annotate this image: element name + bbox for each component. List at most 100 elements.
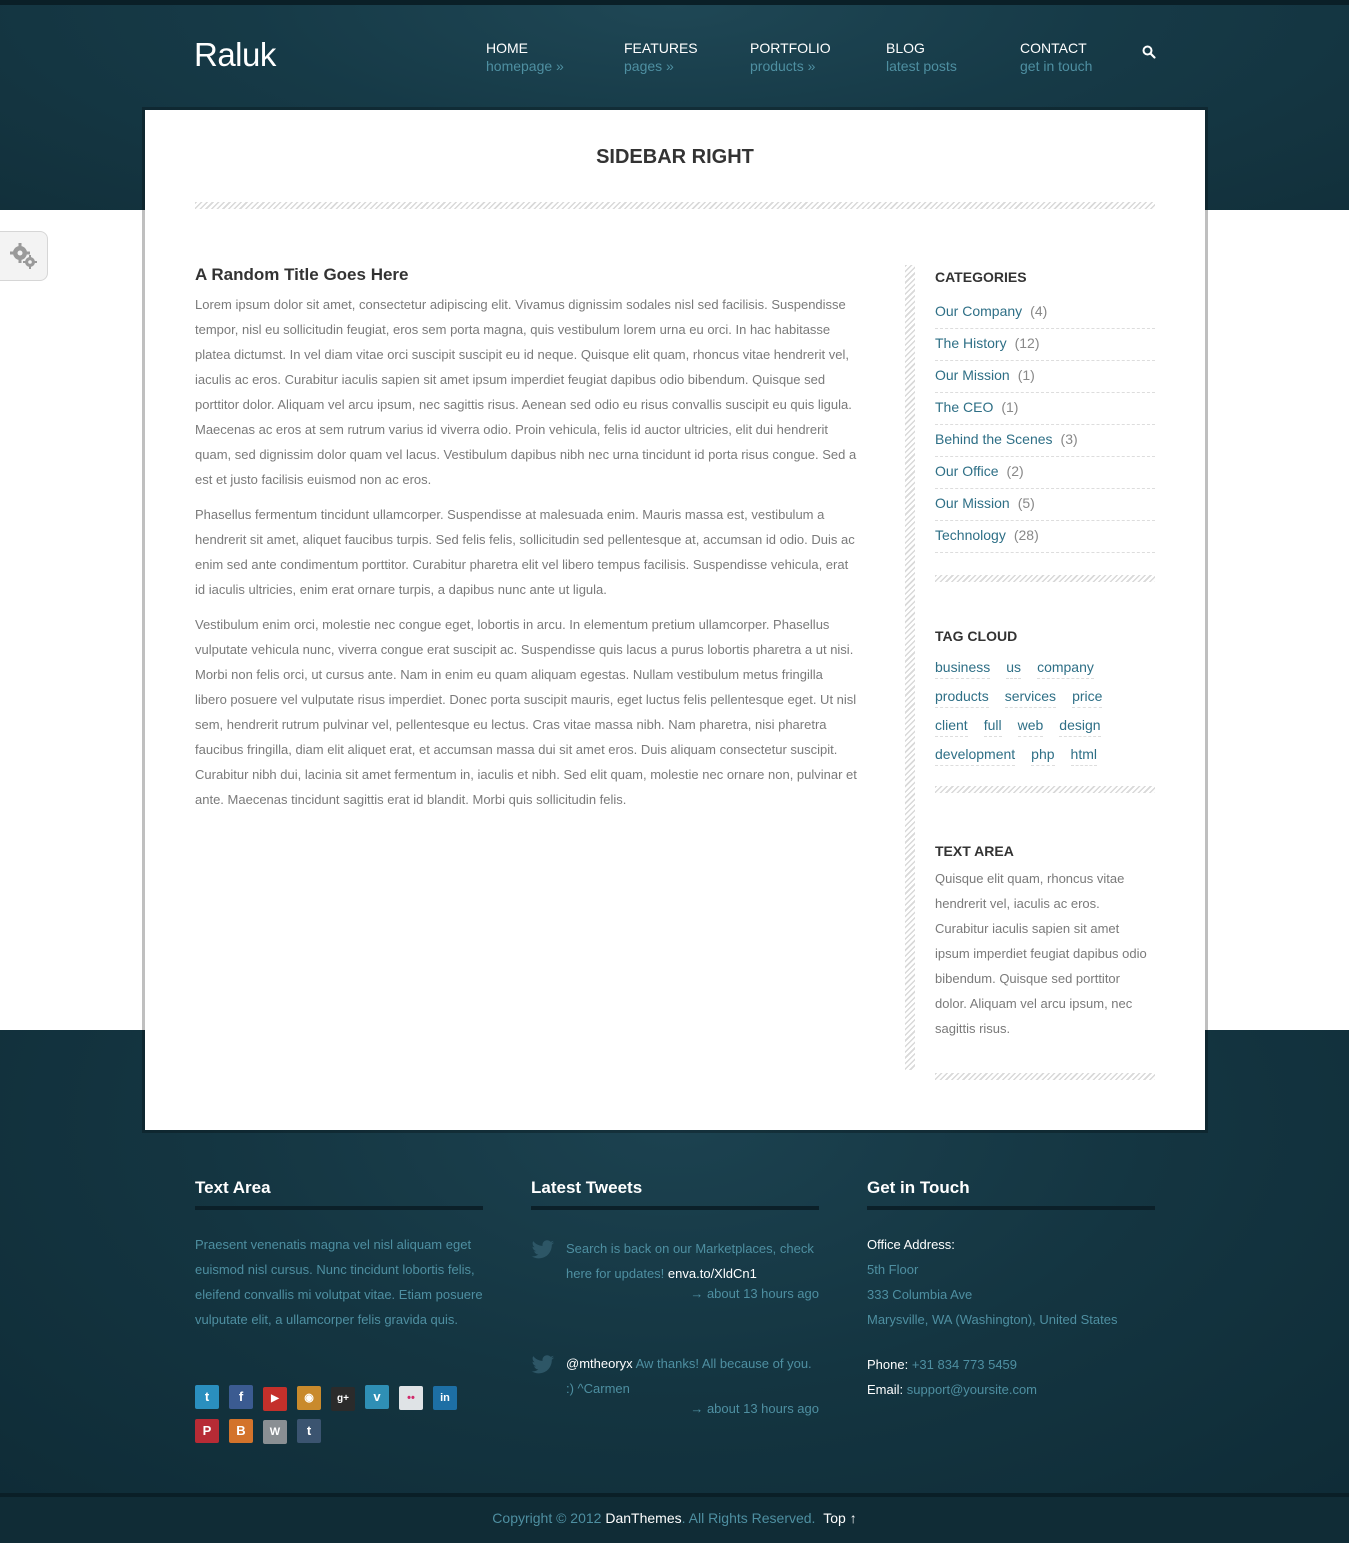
title-divider <box>195 202 1155 209</box>
category-count: (4) <box>1030 303 1048 319</box>
category-name[interactable]: The CEO <box>935 399 993 415</box>
category-count: (2) <box>1006 463 1024 479</box>
footer-tweets-title: Latest Tweets <box>531 1178 819 1210</box>
footer-textarea-title: Text Area <box>195 1178 483 1210</box>
address-label: Office Address: <box>867 1237 955 1252</box>
tag-link[interactable]: us <box>1006 656 1022 679</box>
tag-link[interactable]: business <box>935 656 991 679</box>
tag-link[interactable]: full <box>983 714 1002 737</box>
tweet-time[interactable]: → about 13 hours ago <box>690 1401 819 1416</box>
page-title: SIDEBAR RIGHT <box>596 146 754 168</box>
sidebar: CATEGORIES Our Company (4) The History (12… <box>935 269 1155 1080</box>
contact-details: Office Address: 5th Floor 333 Columbia A… <box>867 1232 1155 1402</box>
widget-divider <box>935 1073 1155 1080</box>
nav-features[interactable]: FEATURES pages » <box>624 40 698 76</box>
category-name[interactable]: Our Office <box>935 463 999 479</box>
nav-features-sub: pages » <box>624 58 674 74</box>
nav-portfolio-sub: products » <box>750 58 816 74</box>
nav-home-title: HOME <box>486 40 528 56</box>
category-item[interactable]: Our Company (4) <box>935 297 1155 329</box>
footer-contact-title: Get in Touch <box>867 1178 1155 1210</box>
category-name[interactable]: Our Mission <box>935 495 1010 511</box>
back-to-top-link[interactable]: Top ↑ <box>823 1510 856 1526</box>
address-line: Marysville, WA (Washington), United Stat… <box>867 1312 1118 1327</box>
flickr-icon[interactable]: •• <box>399 1386 423 1410</box>
nav-portfolio[interactable]: PORTFOLIO products » <box>750 40 831 76</box>
nav-blog[interactable]: BLOG latest posts <box>886 40 957 76</box>
category-name[interactable]: Behind the Scenes <box>935 431 1053 447</box>
category-count: (1) <box>1001 399 1019 415</box>
google-plus-icon[interactable]: g+ <box>331 1387 355 1411</box>
category-item[interactable]: Behind the Scenes (3) <box>935 425 1155 457</box>
footer-textarea-body: Praesent venenatis magna vel nisl aliqua… <box>195 1237 483 1327</box>
phone-value[interactable]: +31 834 773 5459 <box>912 1357 1017 1372</box>
category-item[interactable]: The CEO (1) <box>935 393 1155 425</box>
category-item[interactable]: The History (12) <box>935 329 1155 361</box>
tweet-link[interactable]: enva.to/XldCn1 <box>668 1266 757 1281</box>
textarea-widget: Quisque elit quam, rhoncus vitae hendrer… <box>935 866 1155 1041</box>
category-item[interactable]: Our Office (2) <box>935 457 1155 489</box>
tag-link[interactable]: services <box>1004 685 1057 708</box>
twitter-icon[interactable]: t <box>195 1385 219 1409</box>
category-item[interactable]: Our Mission (5) <box>935 489 1155 521</box>
category-count: (1) <box>1017 367 1035 383</box>
pinterest-icon[interactable]: P <box>195 1419 219 1443</box>
widget-divider <box>935 786 1155 793</box>
copyright: Copyright © 2012 DanThemes. All Rights R… <box>0 1510 1349 1526</box>
textarea-title: TEXT AREA <box>935 843 1014 859</box>
category-name[interactable]: Our Company <box>935 303 1022 319</box>
search-icon[interactable] <box>1141 44 1157 60</box>
facebook-icon[interactable]: f <box>229 1385 253 1409</box>
gear-icon <box>10 243 37 269</box>
content-box: SIDEBAR RIGHT A Random Title Goes Here L… <box>145 110 1205 1130</box>
article-paragraph: Phasellus fermentum tincidunt ullamcorpe… <box>195 507 855 597</box>
site-logo[interactable]: Raluk <box>194 36 276 74</box>
email-value[interactable]: support@yoursite.com <box>907 1382 1037 1397</box>
tag-link[interactable]: products <box>935 685 989 708</box>
phone-row: Phone: +31 834 773 5459 <box>867 1352 1155 1377</box>
footer-tweets: Latest Tweets Search is back on our Mark… <box>531 1178 819 1416</box>
category-name[interactable]: Technology <box>935 527 1006 543</box>
tag-link[interactable]: development <box>935 743 1016 766</box>
categories-list: Our Company (4) The History (12) Our Missi… <box>935 297 1155 553</box>
tumblr-icon[interactable]: t <box>297 1419 321 1443</box>
tag-link[interactable]: web <box>1017 714 1044 737</box>
article-paragraph: Vestibulum enim orci, molestie nec congu… <box>195 617 857 807</box>
phone-label: Phone: <box>867 1357 909 1372</box>
nav-contact-sub: get in touch <box>1020 58 1093 74</box>
youtube-icon[interactable]: ▶ <box>263 1387 287 1411</box>
linkedin-icon[interactable]: in <box>433 1386 457 1410</box>
nav-blog-title: BLOG <box>886 40 925 56</box>
nav-features-title: FEATURES <box>624 40 698 56</box>
category-name[interactable]: The History <box>935 335 1007 351</box>
category-count: (5) <box>1017 495 1035 511</box>
email-row: Email: support@yoursite.com <box>867 1377 1155 1402</box>
nav-home-sub: homepage » <box>486 58 564 74</box>
copyright-suffix: . All Rights Reserved. <box>681 1510 816 1526</box>
social-row: PBWt <box>195 1419 331 1444</box>
tag-link[interactable]: price <box>1072 685 1103 708</box>
article-paragraph: Lorem ipsum dolor sit amet, consectetur … <box>195 297 857 487</box>
wordpress-icon[interactable]: W <box>263 1420 287 1444</box>
nav-contact[interactable]: CONTACT get in touch <box>1020 40 1092 76</box>
style-switcher-toggle[interactable] <box>0 231 48 281</box>
blogger-icon[interactable]: B <box>229 1419 253 1443</box>
category-item[interactable]: Our Mission (1) <box>935 361 1155 393</box>
tag-link[interactable]: php <box>1031 743 1055 766</box>
footer-contact: Get in Touch Office Address: 5th Floor 3… <box>867 1178 1155 1402</box>
nav-home[interactable]: HOME homepage » <box>486 40 564 76</box>
address-line: 333 Columbia Ave <box>867 1287 973 1302</box>
tag-link[interactable]: company <box>1037 656 1094 679</box>
tag-link[interactable]: client <box>935 714 968 737</box>
rss-icon[interactable]: ◉ <box>297 1386 321 1410</box>
vimeo-icon[interactable]: v <box>365 1385 389 1409</box>
copyright-brand[interactable]: DanThemes <box>605 1510 681 1526</box>
tweet-time[interactable]: → about 13 hours ago <box>690 1286 819 1301</box>
tag-link[interactable]: design <box>1059 714 1101 737</box>
category-item[interactable]: Technology (28) <box>935 521 1155 553</box>
tag-link[interactable]: html <box>1070 743 1097 766</box>
tagcloud-title: TAG CLOUD <box>935 628 1018 644</box>
category-name[interactable]: Our Mission <box>935 367 1010 383</box>
nav-blog-sub: latest posts <box>886 58 957 74</box>
tweet-handle[interactable]: @mtheoryx <box>566 1356 633 1371</box>
